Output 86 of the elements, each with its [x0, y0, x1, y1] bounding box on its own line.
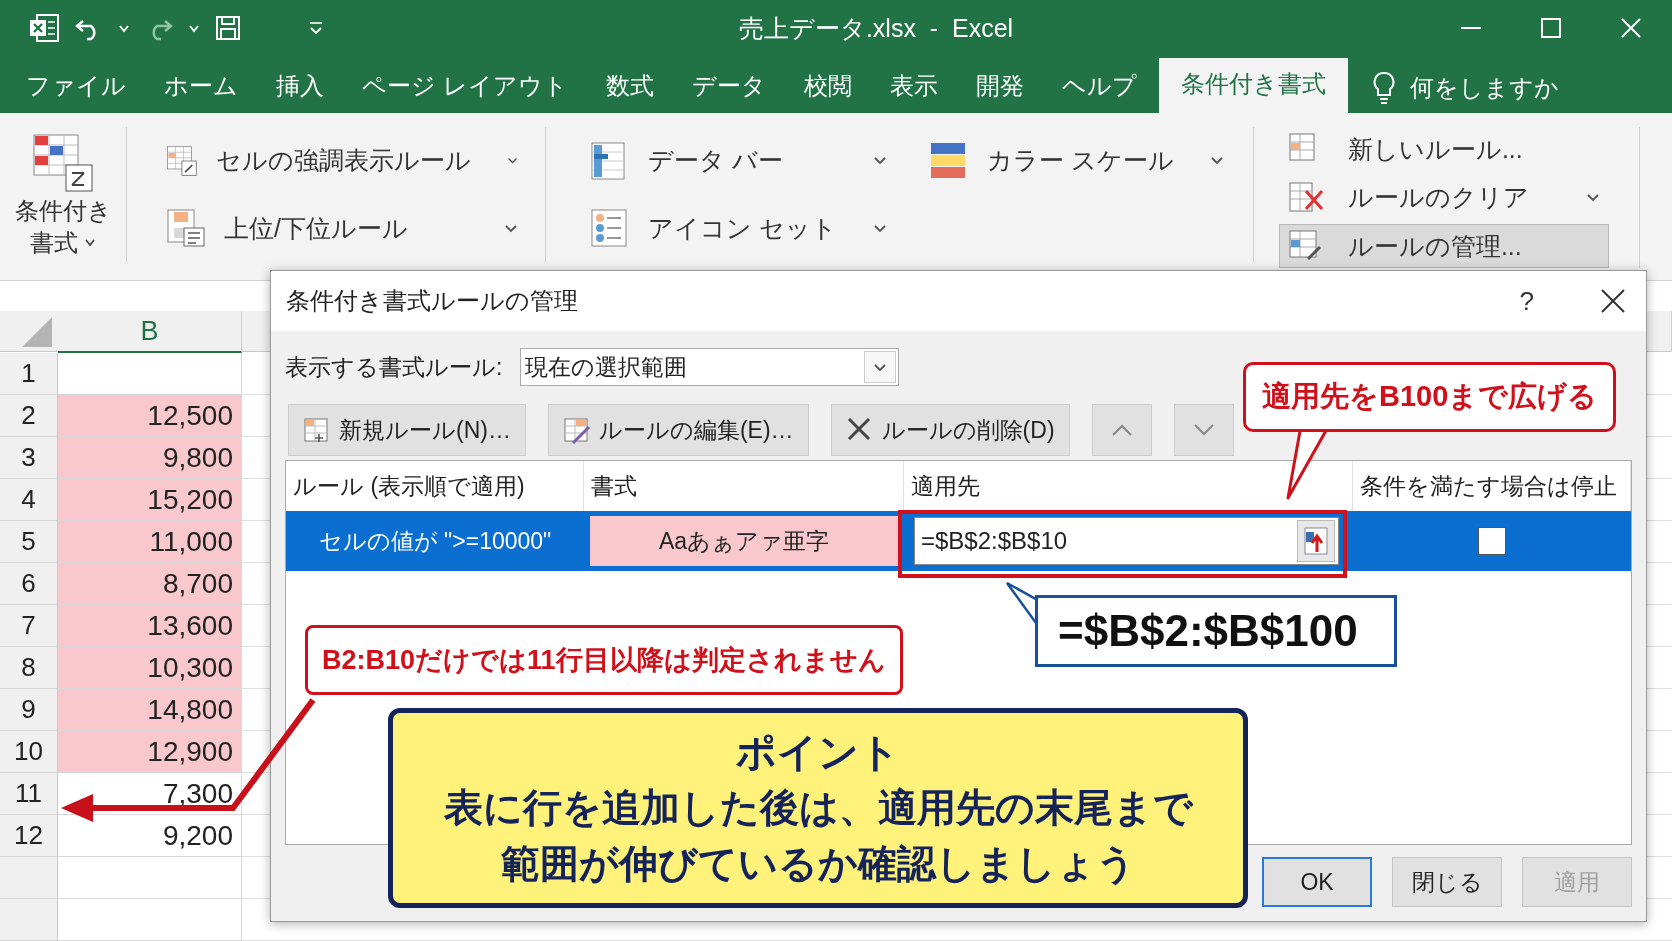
- clear-rules-icon: [1287, 180, 1324, 215]
- ribbon-tab[interactable]: ファイル: [10, 63, 142, 113]
- format-preview: Aaあぁアァ亜字: [590, 516, 898, 566]
- checkbox[interactable]: [1478, 527, 1506, 555]
- caret-icon: [872, 156, 887, 166]
- table-cell: 13,600: [58, 605, 242, 647]
- row-header[interactable]: 3: [0, 437, 58, 479]
- maximize-icon[interactable]: [1540, 17, 1562, 39]
- note-text: 表に行を追加した後は、適用先の末尾まで: [443, 785, 1193, 831]
- ribbon-command[interactable]: データ バー: [581, 136, 896, 185]
- ribbon-command[interactable]: 新しいルール...: [1278, 127, 1609, 171]
- ribbon-tab[interactable]: ホーム: [148, 63, 254, 113]
- table-cell: 10,300: [58, 647, 242, 689]
- ribbon-tab[interactable]: ヘルプ: [1045, 63, 1153, 113]
- dialog-title: 条件付き書式ルールの管理: [286, 286, 579, 316]
- manage-rules-icon: [1287, 229, 1324, 263]
- toolbar-button[interactable]: 新規ルール(N)…: [288, 404, 526, 456]
- caret-icon: [506, 156, 518, 166]
- row-header[interactable]: 4: [0, 479, 58, 521]
- callout-label: B2:B10だけでは11行目以降は判定されません: [305, 625, 903, 695]
- ribbon-tab[interactable]: 開発: [959, 63, 1040, 113]
- ribbon-command[interactable]: ルールの管理...: [1278, 224, 1609, 268]
- row-header[interactable]: 12: [0, 815, 58, 857]
- rule-row[interactable]: セルの値が ">=10000" Aaあぁアァ亜字 =$B$2:$B$10: [286, 511, 1631, 571]
- dialog-button[interactable]: OK: [1262, 857, 1372, 907]
- dialog-button[interactable]: 閉じる: [1392, 857, 1502, 907]
- help-button[interactable]: ?: [1513, 284, 1540, 318]
- table-cell: 11,000: [58, 521, 242, 563]
- toolbar-button[interactable]: ルールの削除(D): [830, 404, 1070, 456]
- ribbon-tab[interactable]: 校閲: [787, 63, 868, 113]
- chevron-down-icon: [1192, 423, 1215, 437]
- close-icon[interactable]: [1600, 288, 1626, 314]
- ribbon-tab[interactable]: ページ レイアウト: [346, 63, 584, 113]
- ribbon-tab[interactable]: 数式: [589, 63, 670, 113]
- table-cell: 9,800: [58, 437, 242, 479]
- top-bottom-icon: [166, 208, 206, 249]
- ribbon-tab[interactable]: データ: [675, 63, 782, 113]
- caret-icon: [84, 238, 96, 247]
- ribbon-command[interactable]: ルールのクリア: [1278, 175, 1609, 220]
- row-header[interactable]: 1: [0, 353, 58, 395]
- icon-set-icon: [590, 208, 630, 249]
- caret-icon: [188, 23, 200, 33]
- ribbon-command[interactable]: アイコン セット: [581, 204, 896, 253]
- row-header[interactable]: 11: [0, 773, 58, 815]
- new-rule-icon: [303, 416, 331, 444]
- field-label: 表示する書式ルール:: [285, 352, 503, 382]
- applies-to-field[interactable]: =$B$2:$B$10: [914, 517, 1339, 565]
- table-cell: 15,200: [58, 479, 242, 521]
- table-cell: 12,900: [58, 731, 242, 773]
- chevron-up-icon: [1110, 423, 1133, 437]
- table-cell: 12,500: [58, 395, 242, 437]
- row-header[interactable]: 2: [0, 395, 58, 437]
- ribbon-command[interactable]: カラー スケール: [919, 136, 1233, 185]
- note-text: 範囲が伸びているか確認しましょう: [500, 841, 1136, 887]
- tell-me-search[interactable]: 何をしますか: [1409, 72, 1559, 104]
- window-title: 売上データ.xlsx - Excel: [737, 12, 1014, 44]
- caret-icon: [504, 223, 518, 233]
- rules-dropdown[interactable]: 現在の選択範囲: [520, 348, 900, 386]
- ribbon-tab[interactable]: 挿入: [260, 63, 340, 113]
- caret-icon: [872, 223, 887, 233]
- ribbon-command[interactable]: 上位/下位ルール: [157, 204, 527, 253]
- ribbon-command[interactable]: セルの強調表示ルール: [157, 136, 527, 185]
- conditional-format-button[interactable]: 条件付き 書式: [14, 130, 112, 259]
- column-header[interactable]: B: [58, 311, 242, 353]
- spreadsheet-logo-icon[interactable]: [28, 13, 60, 43]
- range-picker-icon[interactable]: [1303, 526, 1329, 556]
- table-cell: 8,700: [58, 563, 242, 605]
- lightbulb-icon[interactable]: [1371, 71, 1396, 105]
- note-title: ポイント: [736, 729, 900, 776]
- save-icon[interactable]: [214, 14, 242, 42]
- ribbon-tab[interactable]: 表示: [873, 63, 954, 113]
- row-header[interactable]: 7: [0, 605, 58, 647]
- caret-icon: [1209, 156, 1224, 166]
- table-cell: 14,800: [58, 689, 242, 731]
- row-header[interactable]: 6: [0, 563, 58, 605]
- rule-text: セルの値が ">=10000": [317, 526, 553, 556]
- row-header[interactable]: 9: [0, 689, 58, 731]
- ribbon-tab[interactable]: 条件付き書式: [1158, 58, 1348, 113]
- caret-icon: [873, 362, 888, 372]
- caret-icon: [118, 23, 130, 33]
- row-header[interactable]: 10: [0, 731, 58, 773]
- row-header[interactable]: 5: [0, 521, 58, 563]
- caret-icon: [1585, 193, 1600, 202]
- toolbar-button[interactable]: ルールの編集(E)…: [547, 404, 809, 456]
- edit-rule-icon: [562, 416, 591, 444]
- row-header[interactable]: 8: [0, 647, 58, 689]
